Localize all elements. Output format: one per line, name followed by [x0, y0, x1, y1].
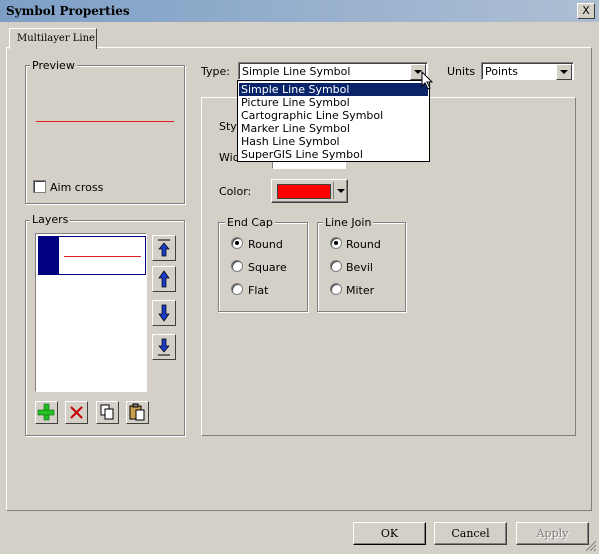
copy-layer-button[interactable] — [96, 401, 119, 424]
move-up-button[interactable] — [152, 266, 176, 292]
plus-icon — [37, 403, 55, 421]
end-cap-square-label: Square — [248, 261, 287, 274]
add-layer-button[interactable] — [35, 401, 58, 424]
delete-layer-button[interactable] — [65, 401, 88, 424]
type-option-simple-line[interactable]: Simple Line Symbol — [239, 83, 428, 96]
end-cap-round-label: Round — [248, 238, 283, 251]
apply-button[interactable]: Apply — [516, 522, 589, 545]
apply-label: Apply — [536, 527, 569, 540]
type-select-value: Simple Line Symbol — [242, 65, 351, 78]
end-cap-label: End Cap — [225, 216, 275, 229]
ok-button[interactable]: OK — [353, 522, 426, 545]
color-divider — [333, 182, 334, 199]
type-option-marker-line[interactable]: Marker Line Symbol — [239, 122, 428, 135]
units-select-value: Points — [485, 65, 519, 78]
ok-label: OK — [380, 527, 399, 540]
type-option-picture-line[interactable]: Picture Line Symbol — [239, 96, 428, 109]
line-join-miter-label: Miter — [346, 284, 375, 297]
resize-grip-icon[interactable] — [583, 538, 597, 552]
paste-layer-button[interactable] — [126, 401, 149, 424]
line-join-bevil-label: Bevil — [346, 261, 373, 274]
aim-cross-label: Aim cross — [50, 181, 104, 194]
type-option-cartographic-line[interactable]: Cartographic Line Symbol — [239, 109, 428, 122]
cancel-label: Cancel — [451, 527, 490, 540]
type-label: Type: — [201, 65, 230, 78]
copy-icon — [100, 404, 114, 420]
move-down-button[interactable] — [152, 300, 176, 326]
end-cap-flat-label: Flat — [248, 284, 269, 297]
layer-item[interactable] — [38, 236, 146, 275]
type-option-hash-line[interactable]: Hash Line Symbol — [239, 135, 428, 148]
line-join-miter-radio[interactable] — [330, 283, 342, 295]
color-swatch — [277, 184, 331, 199]
move-bottom-icon — [158, 338, 170, 356]
chevron-down-icon — [337, 189, 345, 193]
color-label: Color: — [219, 185, 252, 198]
chevron-down-icon[interactable] — [556, 64, 572, 80]
aim-cross-checkbox[interactable] — [33, 180, 46, 193]
delete-x-icon — [70, 406, 83, 419]
color-picker-button[interactable] — [271, 179, 348, 203]
end-cap-flat-radio[interactable] — [231, 283, 243, 295]
line-join-bevil-radio[interactable] — [330, 260, 342, 272]
line-join-label: Line Join — [323, 216, 374, 229]
end-cap-square-radio[interactable] — [231, 260, 243, 272]
units-select[interactable]: Points — [481, 62, 574, 80]
units-label: Units — [447, 65, 476, 78]
close-icon: X — [582, 4, 590, 17]
paste-icon — [129, 403, 145, 421]
preview-group-label: Preview — [30, 59, 77, 72]
layers-list[interactable] — [35, 233, 147, 392]
type-select[interactable]: Simple Line Symbol — [238, 62, 428, 80]
line-join-round-radio[interactable] — [330, 237, 342, 249]
symbol-properties-dialog: Symbol Properties X Multilayer Line Prev… — [0, 0, 599, 554]
tab-label: Multilayer Line — [17, 33, 95, 44]
mouse-cursor-icon — [421, 71, 434, 90]
cancel-button[interactable]: Cancel — [434, 522, 507, 545]
arrow-up-icon — [158, 270, 170, 288]
layers-group-label: Layers — [30, 213, 71, 226]
type-option-supergis-line[interactable]: SuperGIS Line Symbol — [239, 148, 428, 161]
move-top-button[interactable] — [152, 235, 176, 261]
preview-line — [36, 121, 174, 122]
title-bar: Symbol Properties X — [0, 0, 599, 22]
tab-multilayer-line[interactable]: Multilayer Line — [9, 28, 97, 49]
move-top-icon — [158, 239, 170, 257]
close-button[interactable]: X — [577, 3, 595, 19]
end-cap-round-radio[interactable] — [231, 237, 243, 249]
type-dropdown-list[interactable]: Simple Line Symbol Picture Line Symbol C… — [237, 80, 430, 162]
move-bottom-button[interactable] — [152, 334, 176, 360]
line-join-round-label: Round — [346, 238, 381, 251]
window-title: Symbol Properties — [6, 4, 130, 18]
layer-selection-marker — [39, 237, 59, 274]
arrow-down-icon — [158, 304, 170, 322]
preview-group — [25, 65, 185, 204]
layer-line-preview — [64, 256, 141, 257]
